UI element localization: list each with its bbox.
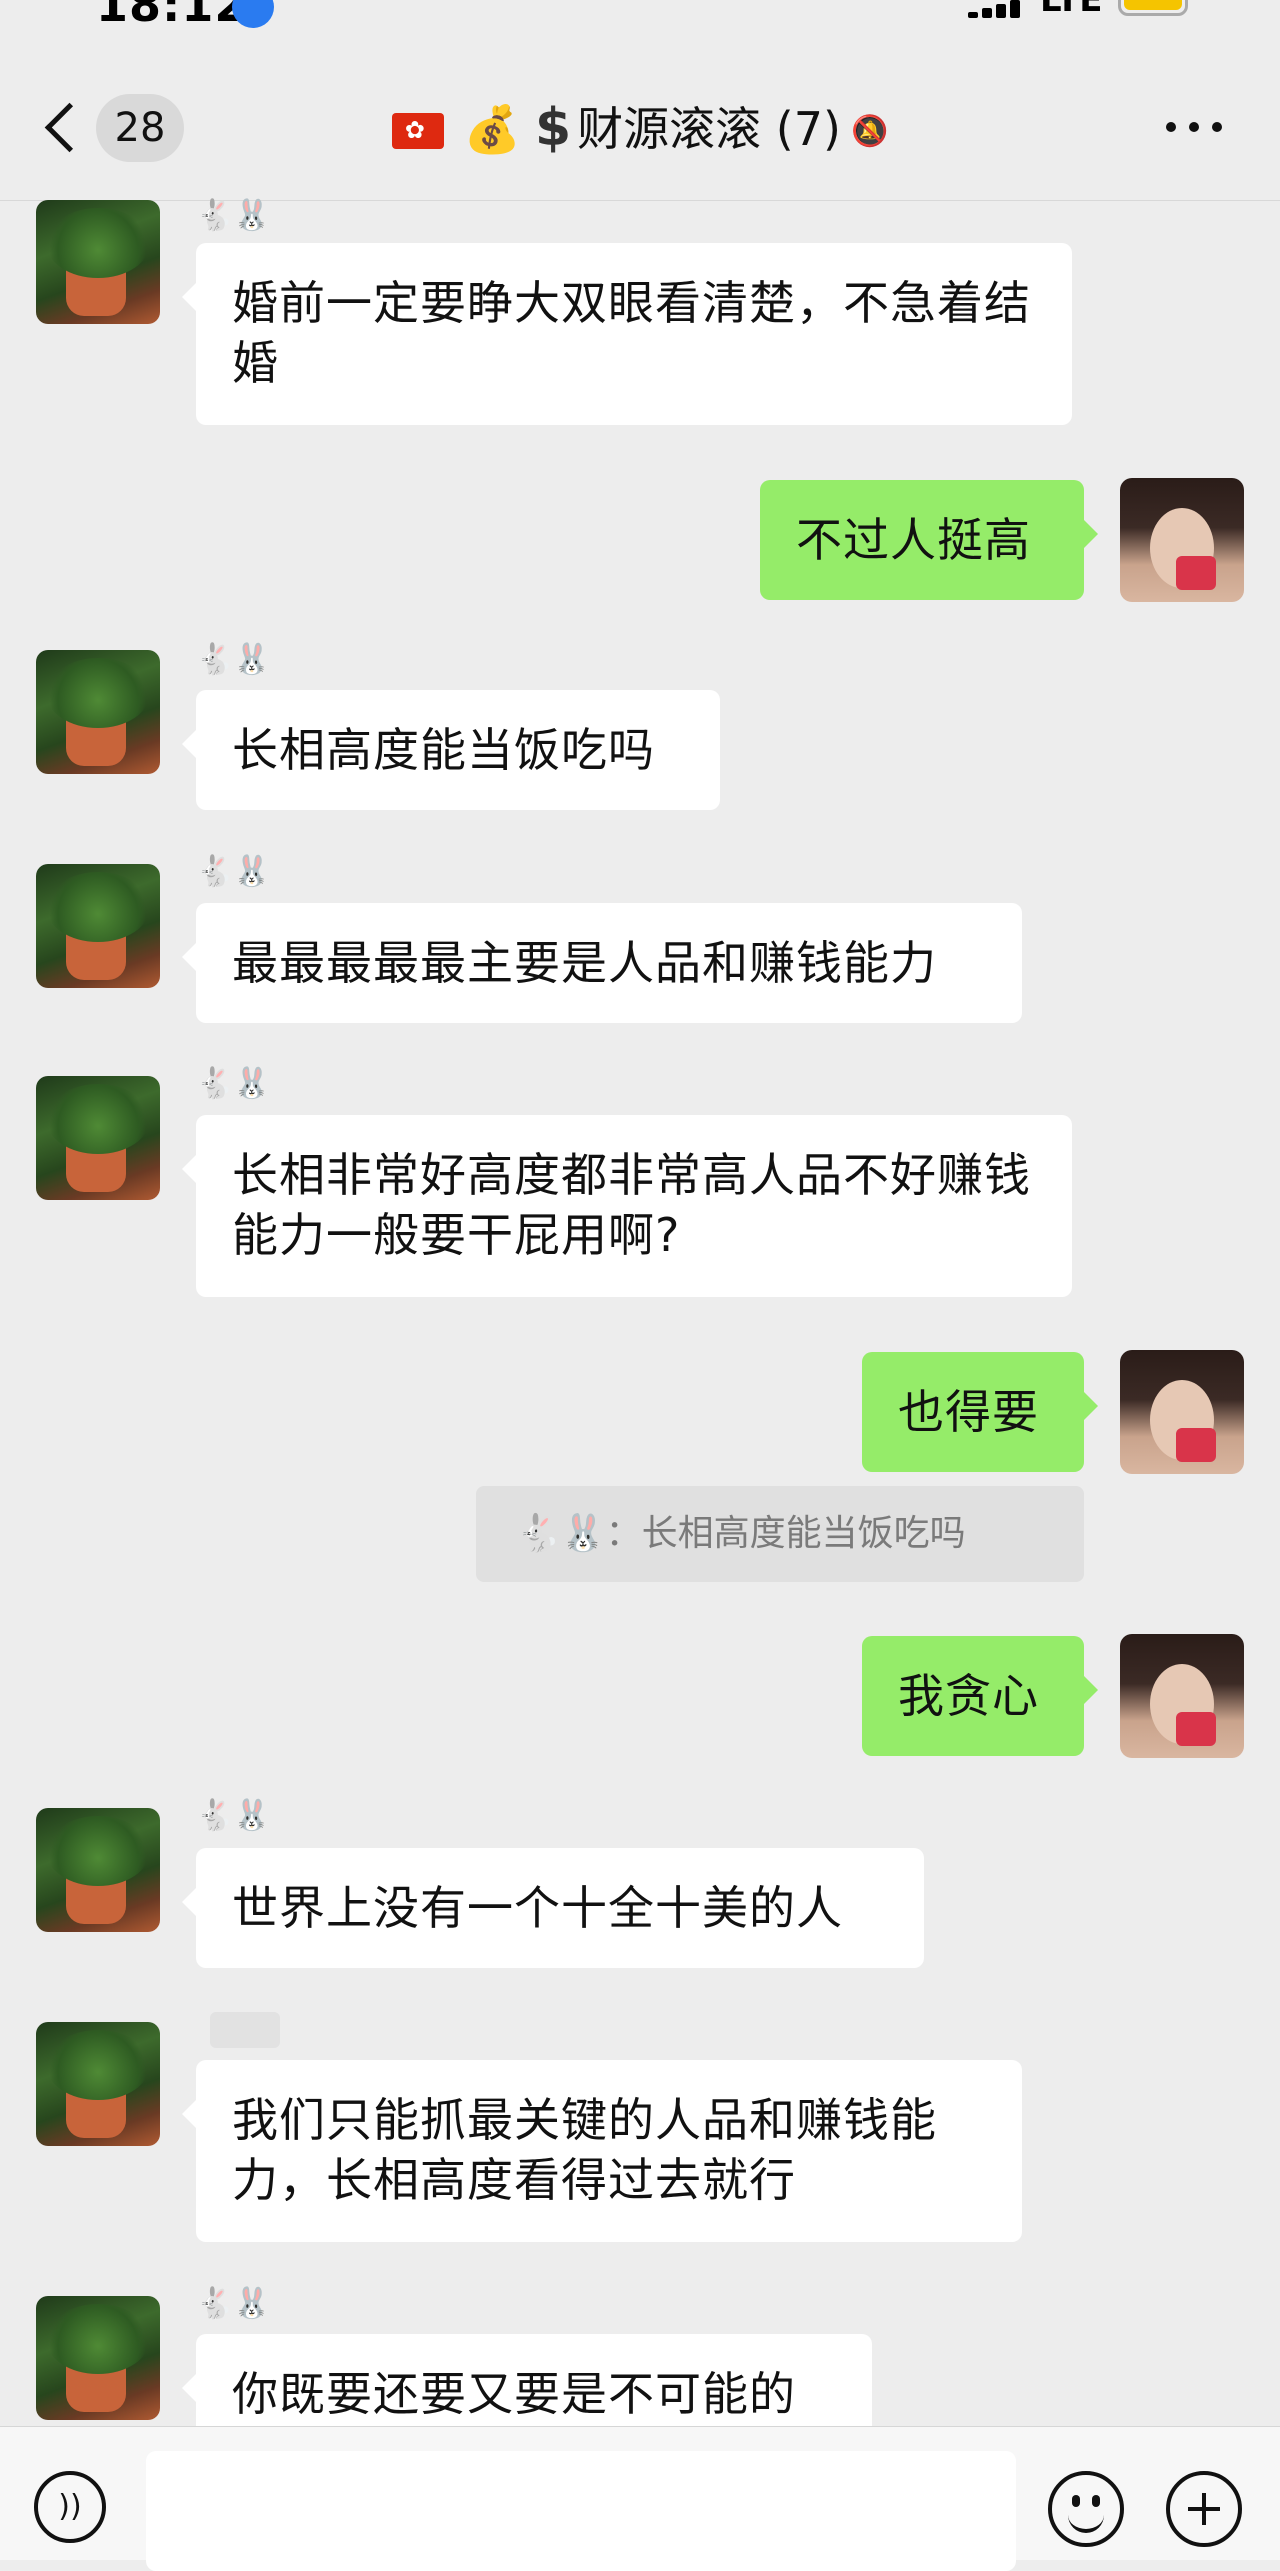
status-bar: 18:12 LTE bbox=[0, 0, 1280, 30]
chat-header: 28 💰$财源滚滚 (7)🔕 bbox=[0, 30, 1280, 201]
message-bubble[interactable]: 世界上没有一个十全十美的人 bbox=[182, 1848, 924, 1968]
message-text: 你既要还要又要是不可能的 bbox=[232, 2367, 796, 2421]
message-text: 也得要 bbox=[898, 1385, 1039, 1439]
sender-name: 🐇🐰 bbox=[196, 642, 271, 677]
avatar-self[interactable] bbox=[1120, 478, 1244, 602]
message-text: 我贪心 bbox=[898, 1669, 1039, 1723]
quoted-text: 🐇🐰：长相高度能当饭吃吗 bbox=[516, 1513, 966, 1554]
message-text: 婚前一定要睁大双眼看清楚，不急着结婚 bbox=[232, 276, 1031, 390]
plus-icon[interactable] bbox=[1166, 2471, 1242, 2547]
avatar-plant[interactable] bbox=[36, 650, 160, 774]
avatar-plant[interactable] bbox=[36, 2296, 160, 2420]
avatar-plant[interactable] bbox=[36, 2022, 160, 2146]
sender-name: 🐇🐰 bbox=[196, 1066, 271, 1101]
avatar-self[interactable] bbox=[1120, 1634, 1244, 1758]
sender-name: 🐇🐰 bbox=[196, 1798, 271, 1833]
dollar-sign-icon: $ bbox=[534, 98, 572, 158]
chat-title-text: 财源滚滚 (7) bbox=[577, 102, 841, 156]
hong-kong-flag-icon bbox=[391, 113, 444, 149]
avatar-plant[interactable] bbox=[36, 1076, 160, 1200]
message-text: 长相非常好高度都非常高人品不好赚钱能力一般要干屁用啊? bbox=[232, 1148, 1031, 1262]
sender-name: 🐇🐰 bbox=[196, 2286, 271, 2321]
network-type: LTE bbox=[1040, 0, 1103, 20]
avatar-self[interactable] bbox=[1120, 1350, 1244, 1474]
avatar-plant[interactable] bbox=[36, 200, 160, 324]
message-text: 最最最最最主要是人品和赚钱能力 bbox=[232, 936, 937, 990]
sender-name: 🐇🐰 bbox=[196, 198, 271, 233]
avatar-plant[interactable] bbox=[36, 1808, 160, 1932]
message-bubble[interactable]: 婚前一定要睁大双眼看清楚，不急着结婚 bbox=[182, 243, 1072, 425]
message-text: 不过人挺高 bbox=[796, 513, 1031, 567]
message-bubble[interactable]: 我们只能抓最关键的人品和赚钱能力，长相高度看得过去就行 bbox=[182, 2060, 1022, 2242]
message-bubble[interactable]: 长相非常好高度都非常高人品不好赚钱能力一般要干屁用啊? bbox=[182, 1115, 1072, 1297]
message-text: 世界上没有一个十全十美的人 bbox=[232, 1881, 843, 1935]
chat-title: 💰$财源滚滚 (7) 🔕 bbox=[0, 96, 1280, 164]
sender-name-blurred bbox=[210, 2012, 280, 2048]
message-text: 我们只能抓最关键的人品和赚钱能力，长相高度看得过去就行 bbox=[232, 2093, 937, 2207]
message-bubble-self[interactable]: 不过人挺高 bbox=[760, 480, 1098, 600]
sender-name: 🐇🐰 bbox=[196, 854, 271, 889]
voice-icon[interactable]: )) bbox=[34, 2471, 106, 2543]
message-input[interactable] bbox=[146, 2451, 1016, 2571]
status-time: 18:12 bbox=[96, 0, 248, 30]
message-text: 长相高度能当饭吃吗 bbox=[232, 723, 655, 777]
more-dots-icon[interactable] bbox=[1166, 122, 1222, 132]
bell-off-icon: 🔕 bbox=[850, 114, 889, 149]
money-bag-icon: 💰 bbox=[463, 102, 521, 156]
battery-icon bbox=[1118, 0, 1188, 16]
message-bubble[interactable]: 最最最最最主要是人品和赚钱能力 bbox=[182, 903, 1022, 1023]
quoted-message[interactable]: 🐇🐰：长相高度能当饭吃吗 bbox=[476, 1486, 1084, 1582]
emoji-icon[interactable] bbox=[1048, 2471, 1124, 2547]
input-bar: )) bbox=[0, 2426, 1280, 2571]
message-bubble-self[interactable]: 我贪心 bbox=[862, 1636, 1098, 1756]
avatar-plant[interactable] bbox=[36, 864, 160, 988]
signal-icon bbox=[968, 0, 1028, 18]
message-bubble-self[interactable]: 也得要 bbox=[862, 1352, 1098, 1472]
message-bubble[interactable]: 长相高度能当饭吃吗 bbox=[182, 690, 720, 810]
